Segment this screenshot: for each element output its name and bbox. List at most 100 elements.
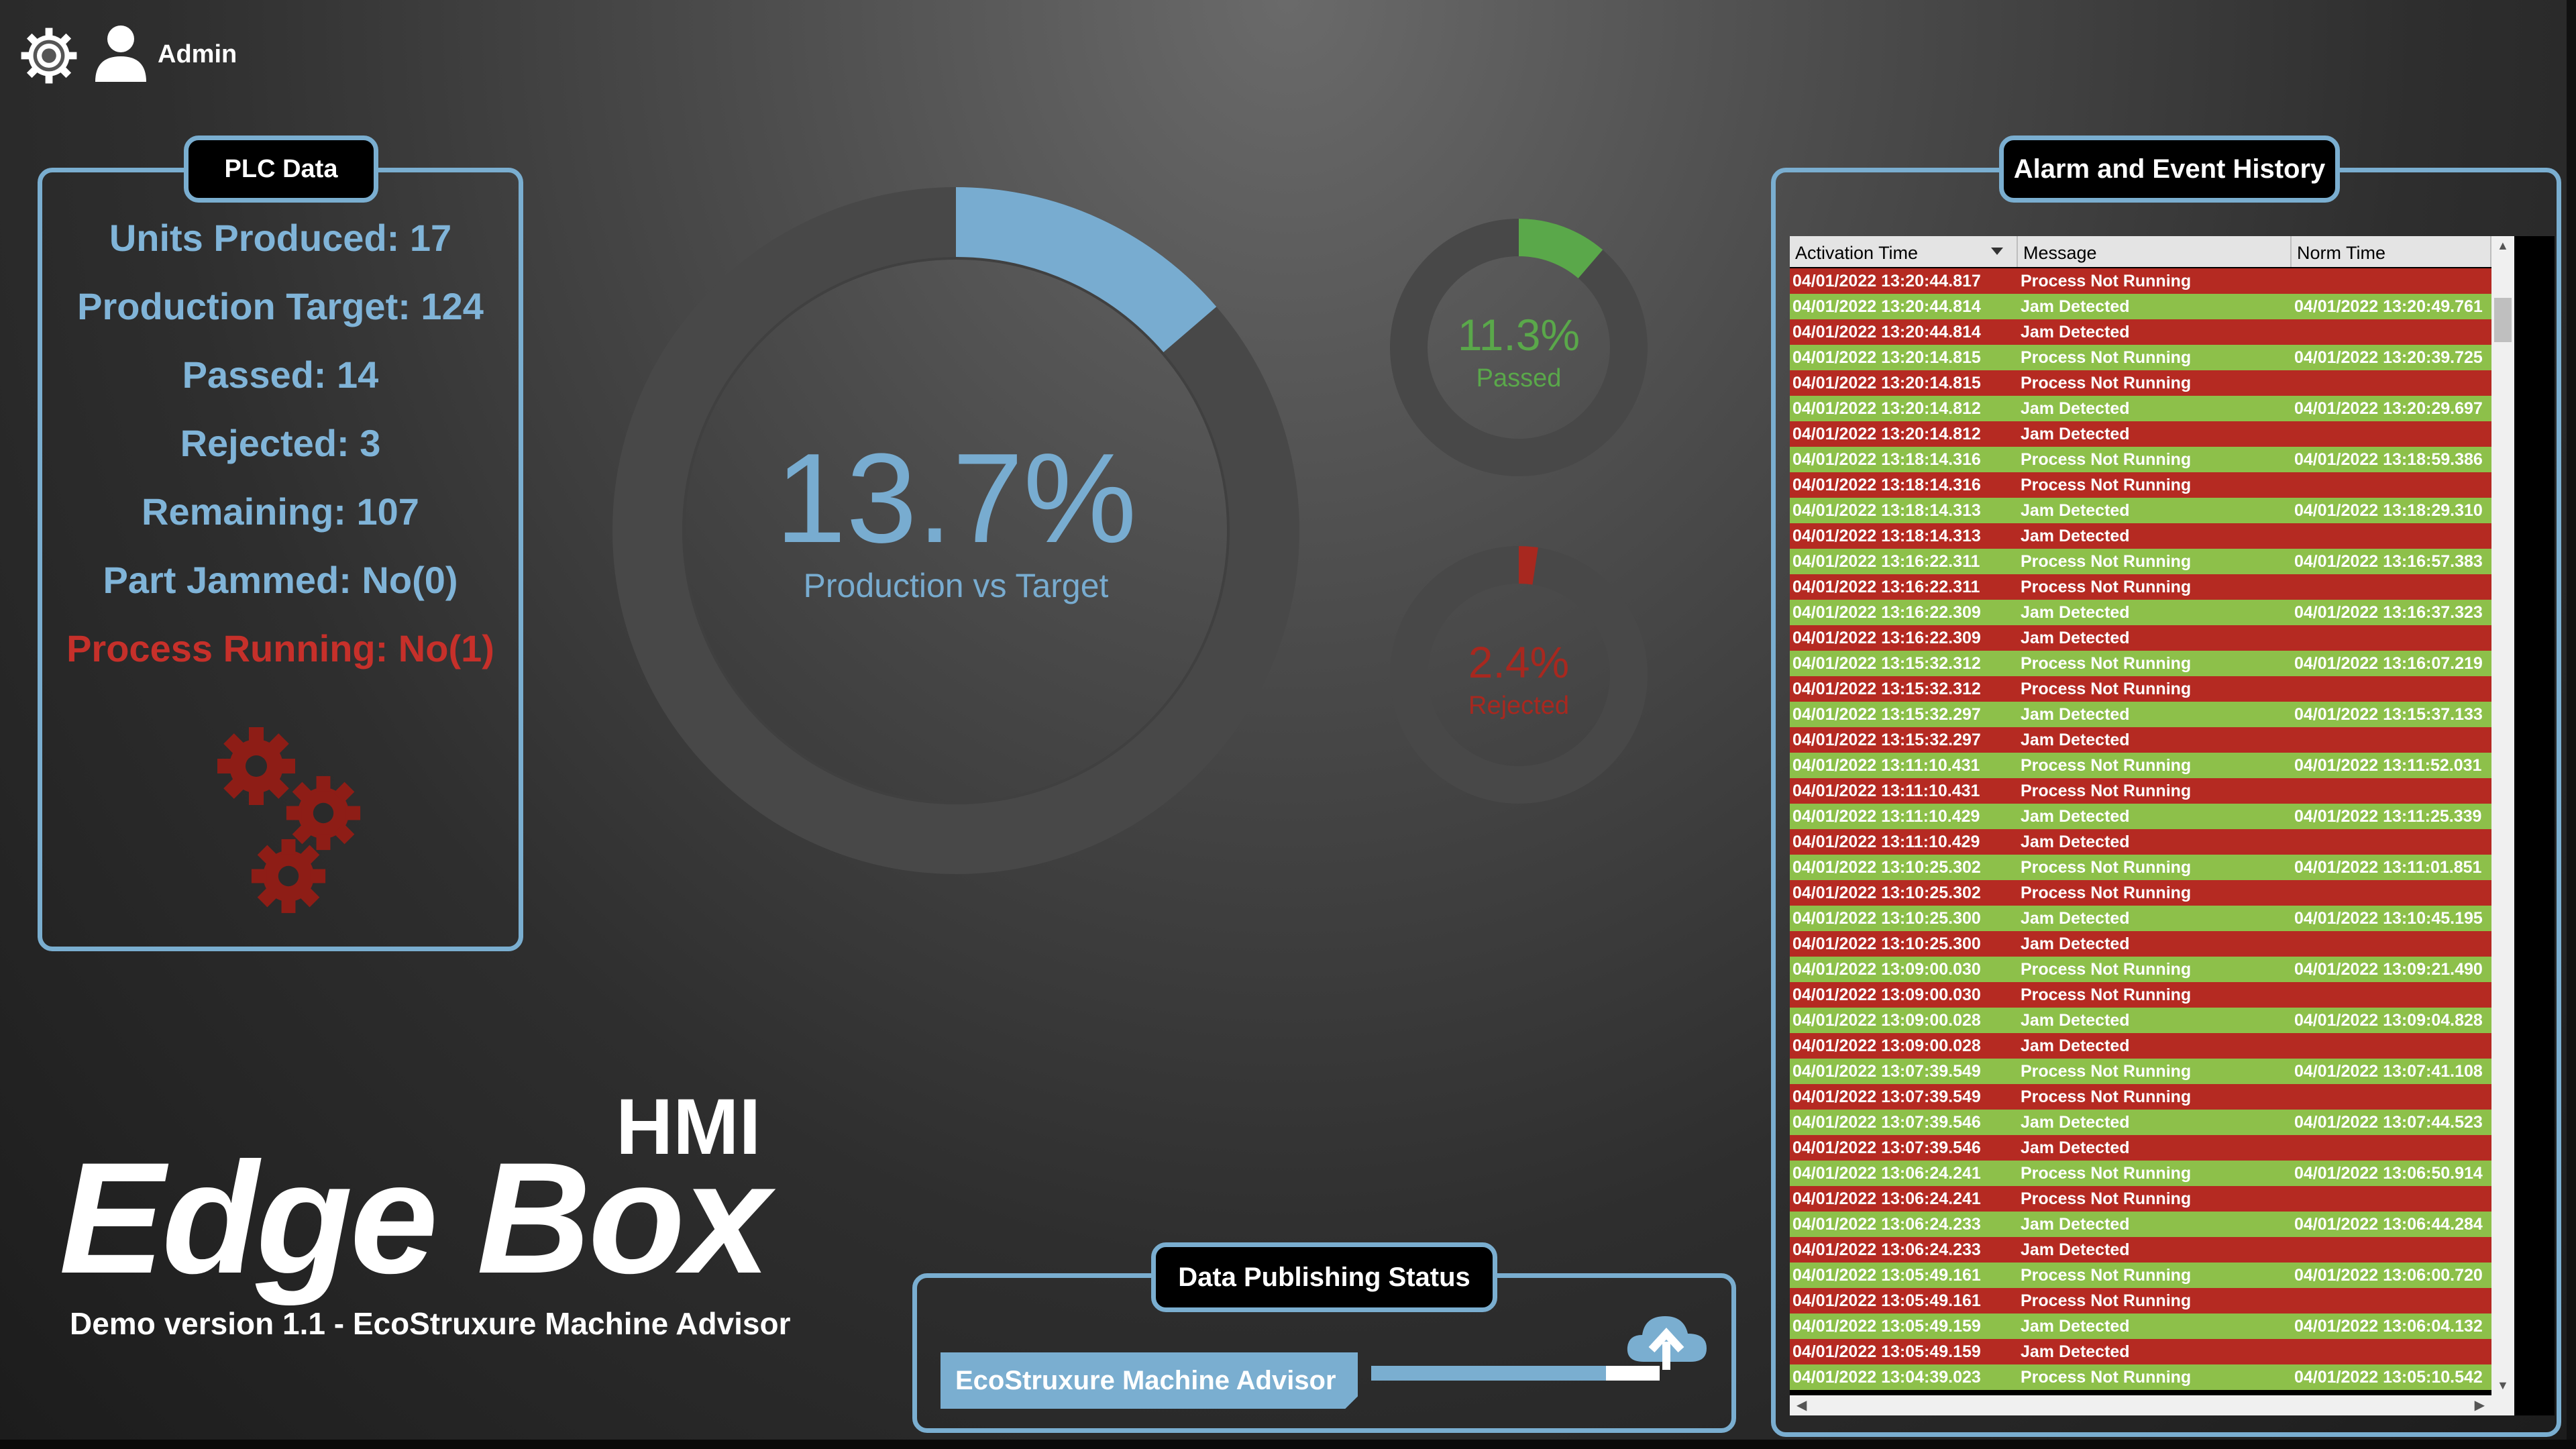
table-row[interactable]: 04/01/2022 13:15:32.312 Process Not Runni… (1790, 676, 2491, 702)
table-row[interactable]: 04/01/2022 13:20:14.815 Process Not Runni… (1790, 370, 2491, 396)
table-row[interactable]: 04/01/2022 13:09:00.028 Jam Detected 04/01… (1790, 1008, 2491, 1033)
table-row[interactable]: 04/01/2022 13:10:25.302 Process Not Runni… (1790, 880, 2491, 906)
message-cell: Jam Detected (2021, 399, 2130, 418)
table-row[interactable]: 04/01/2022 13:07:39.546 Jam Detected 04/01… (1790, 1110, 2491, 1135)
norm-time-cell (2292, 1084, 2491, 1110)
table-row[interactable]: 04/01/2022 13:20:44.817 Process Not Runni… (1790, 268, 2491, 294)
rejected-count: Rejected: 3 (180, 422, 381, 464)
units-produced: Units Produced: 17 (109, 217, 452, 259)
table-row[interactable]: 04/01/2022 13:20:14.812 Jam Detected (1790, 421, 2491, 447)
table-row[interactable]: 04/01/2022 13:10:25.300 Jam Detected (1790, 931, 2491, 957)
norm-time-cell: 04/01/2022 13:11:25.339 (2294, 807, 2482, 826)
alarm-table-header: Activation Time Message Norm Time (1790, 236, 2491, 267)
activation-time-cell: 04/01/2022 13:07:39.549 (1792, 1062, 1981, 1081)
scroll-up-icon[interactable]: ▲ (2497, 239, 2509, 253)
activation-time-cell: 04/01/2022 13:16:22.309 (1792, 629, 1981, 647)
norm-time-cell (2292, 1339, 2491, 1364)
table-row[interactable]: 04/01/2022 13:18:14.313 Jam Detected 04/01… (1790, 498, 2491, 523)
rejected-percent: 2.4% (1468, 637, 1569, 687)
table-row[interactable]: 04/01/2022 13:15:32.297 Jam Detected (1790, 727, 2491, 753)
table-row[interactable]: 04/01/2022 13:06:24.233 Jam Detected (1790, 1237, 2491, 1263)
table-row[interactable]: 04/01/2022 13:16:22.311 Process Not Runni… (1790, 549, 2491, 574)
message-cell: Jam Detected (2021, 501, 2130, 520)
norm-time-cell: 04/01/2022 13:06:00.720 (2294, 1266, 2483, 1285)
scroll-right-icon[interactable]: ▶ (2475, 1397, 2485, 1413)
activation-time-cell: 04/01/2022 13:05:49.159 (1792, 1317, 1981, 1336)
norm-time-cell (2292, 1288, 2491, 1313)
table-row[interactable]: 04/01/2022 13:18:14.313 Jam Detected (1790, 523, 2491, 549)
activation-time-cell: 04/01/2022 13:16:22.311 (1792, 552, 1980, 571)
scroll-left-icon[interactable]: ◀ (1796, 1397, 1807, 1413)
table-row[interactable]: 04/01/2022 13:16:22.311 Process Not Runni… (1790, 574, 2491, 600)
gear-icon[interactable] (19, 25, 79, 86)
message-cell: Jam Detected (2021, 1342, 2130, 1361)
activation-time-cell: 04/01/2022 13:16:22.311 (1792, 578, 1980, 596)
table-row[interactable]: 04/01/2022 13:18:14.316 Process Not Runni… (1790, 447, 2491, 472)
scroll-down-icon[interactable]: ▼ (2497, 1379, 2509, 1393)
activation-time-cell: 04/01/2022 13:10:25.302 (1792, 883, 1981, 902)
table-row[interactable]: 04/01/2022 13:09:00.028 Jam Detected (1790, 1033, 2491, 1059)
message-cell: Jam Detected (2021, 807, 2130, 826)
process-running-status: Process Running: No(1) (66, 627, 494, 669)
table-row[interactable]: 04/01/2022 13:07:39.546 Jam Detected (1790, 1135, 2491, 1161)
message-cell: Process Not Running (2021, 1189, 2192, 1208)
column-activation-time[interactable]: Activation Time (1790, 236, 2018, 267)
table-row[interactable]: 04/01/2022 13:05:49.159 Jam Detected 04/01… (1790, 1313, 2491, 1339)
norm-time-cell (2292, 931, 2491, 957)
norm-time-cell: 04/01/2022 13:11:01.851 (2294, 858, 2482, 877)
norm-time-cell: 04/01/2022 13:16:57.383 (2294, 552, 2483, 571)
table-row[interactable]: 04/01/2022 13:11:10.429 Jam Detected 04/01… (1790, 804, 2491, 829)
message-cell: Process Not Running (2021, 1291, 2192, 1310)
activation-time-cell: 04/01/2022 13:09:00.028 (1792, 1011, 1981, 1030)
table-row[interactable]: 04/01/2022 13:20:44.814 Jam Detected (1790, 319, 2491, 345)
activation-time-cell: 04/01/2022 13:11:10.431 (1792, 782, 1980, 800)
column-norm-time[interactable]: Norm Time (2292, 236, 2491, 267)
activation-time-cell: 04/01/2022 13:11:10.431 (1792, 756, 1980, 775)
activation-time-cell: 04/01/2022 13:20:44.814 (1792, 323, 1981, 341)
table-row[interactable]: 04/01/2022 13:07:39.549 Process Not Runni… (1790, 1059, 2491, 1084)
publishing-connection-line (1371, 1366, 1619, 1381)
table-row[interactable]: 04/01/2022 13:11:10.429 Jam Detected (1790, 829, 2491, 855)
table-row[interactable]: 04/01/2022 13:05:49.161 Process Not Runni… (1790, 1288, 2491, 1313)
norm-time-cell (2292, 982, 2491, 1008)
table-row[interactable]: 04/01/2022 13:20:14.815 Process Not Runni… (1790, 345, 2491, 370)
table-row[interactable]: 04/01/2022 13:18:14.316 Process Not Runni… (1790, 472, 2491, 498)
table-row[interactable]: 04/01/2022 13:15:32.312 Process Not Runni… (1790, 651, 2491, 676)
table-row[interactable]: 04/01/2022 13:10:25.300 Jam Detected 04/01… (1790, 906, 2491, 931)
column-message[interactable]: Message (2018, 236, 2292, 267)
table-row[interactable]: 04/01/2022 13:10:25.302 Process Not Runni… (1790, 855, 2491, 880)
table-row[interactable]: 04/01/2022 13:05:49.159 Jam Detected (1790, 1339, 2491, 1364)
table-row[interactable]: 04/01/2022 13:20:14.812 Jam Detected 04/01… (1790, 396, 2491, 421)
sort-descending-icon[interactable] (1991, 248, 2003, 255)
message-cell: Jam Detected (2021, 1240, 2130, 1259)
table-row[interactable]: 04/01/2022 13:11:10.431 Process Not Runni… (1790, 753, 2491, 778)
horizontal-scrollbar[interactable]: ◀ ▶ (1790, 1395, 2514, 1415)
norm-time-cell (2292, 880, 2491, 906)
window-edge (2567, 0, 2576, 1449)
norm-time-cell (2292, 370, 2491, 396)
activation-time-cell: 04/01/2022 13:07:39.546 (1792, 1138, 1981, 1157)
table-row[interactable]: 04/01/2022 13:20:44.814 Jam Detected 04/01… (1790, 294, 2491, 319)
table-row[interactable]: 04/01/2022 13:04:39.023 Process Not Runni… (1790, 1364, 2491, 1390)
activation-time-cell: 04/01/2022 13:20:44.814 (1792, 297, 1981, 316)
vertical-scrollbar[interactable]: ▲ ▼ (2491, 236, 2514, 1395)
message-cell: Jam Detected (2021, 1113, 2130, 1132)
table-row[interactable]: 04/01/2022 13:16:22.309 Jam Detected (1790, 625, 2491, 651)
message-cell: Jam Detected (2021, 629, 2130, 647)
message-cell: Jam Detected (2021, 909, 2130, 928)
table-row[interactable]: 04/01/2022 13:15:32.297 Jam Detected 04/01… (1790, 702, 2491, 727)
user-icon[interactable] (94, 24, 148, 82)
norm-time-cell (2292, 1186, 2491, 1212)
message-cell: Jam Detected (2021, 1036, 2130, 1055)
table-row[interactable]: 04/01/2022 13:05:49.161 Process Not Runni… (1790, 1263, 2491, 1288)
table-row[interactable]: 04/01/2022 13:09:00.030 Process Not Runni… (1790, 982, 2491, 1008)
table-row[interactable]: 04/01/2022 13:06:24.241 Process Not Runni… (1790, 1186, 2491, 1212)
table-row[interactable]: 04/01/2022 13:11:10.431 Process Not Runni… (1790, 778, 2491, 804)
table-row[interactable]: 04/01/2022 13:16:22.309 Jam Detected 04/01… (1790, 600, 2491, 625)
rejected-gauge: 2.4% Rejected (1390, 546, 1648, 804)
scrollbar-thumb[interactable] (2494, 298, 2512, 342)
table-row[interactable]: 04/01/2022 13:07:39.549 Process Not Runni… (1790, 1084, 2491, 1110)
table-row[interactable]: 04/01/2022 13:06:24.241 Process Not Runni… (1790, 1161, 2491, 1186)
table-row[interactable]: 04/01/2022 13:06:24.233 Jam Detected 04/01… (1790, 1212, 2491, 1237)
table-row[interactable]: 04/01/2022 13:09:00.030 Process Not Runni… (1790, 957, 2491, 982)
